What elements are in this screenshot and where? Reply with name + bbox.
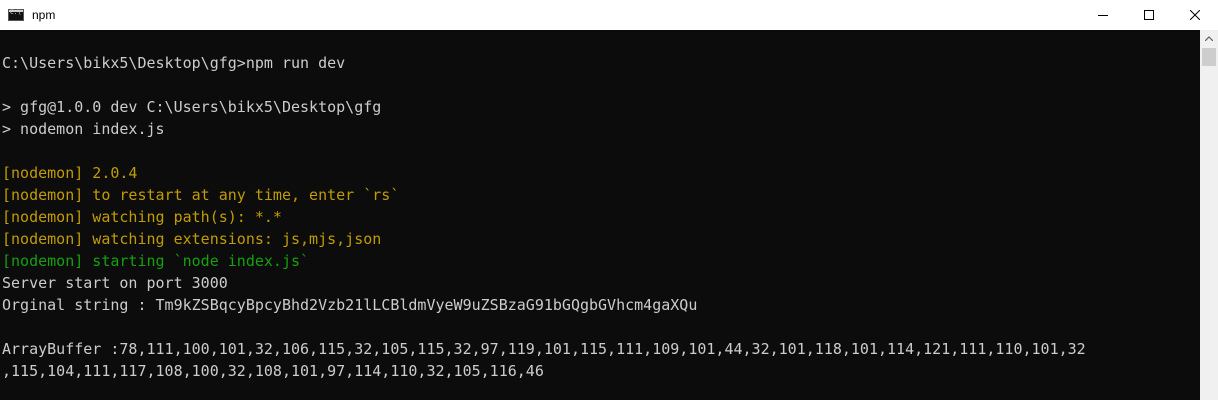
title-bar[interactable]: npm — [0, 0, 1218, 30]
console-line: ,115,104,111,117,108,100,32,108,101,97,1… — [2, 362, 544, 380]
maximize-button[interactable] — [1126, 0, 1172, 30]
console-line: ArrayBuffer :78,111,100,101,32,106,115,3… — [2, 340, 1086, 358]
scroll-thumb[interactable] — [1202, 48, 1216, 66]
console-output[interactable]: C:\Users\bikx5\Desktop\gfg>npm run dev > … — [0, 30, 1200, 400]
scroll-up-arrow-icon — [1205, 36, 1213, 41]
console-line: [nodemon] watching extensions: js,mjs,js… — [2, 230, 382, 248]
console-line: Orginal string : Tm9kZSBqcyBpcyBhd2Vzb21… — [2, 296, 698, 314]
vertical-scrollbar[interactable] — [1200, 30, 1218, 400]
close-button[interactable] — [1172, 0, 1218, 30]
console-line: C:\Users\bikx5\Desktop\gfg>npm run dev — [2, 54, 346, 72]
console-line: > gfg@1.0.0 dev C:\Users\bikx5\Desktop\g… — [2, 98, 382, 116]
console-line: [nodemon] to restart at any time, enter … — [2, 186, 400, 204]
minimize-button[interactable] — [1080, 0, 1126, 30]
terminal-window: npm C:\Users\bikx5\Desktop\gfg>npm run d… — [0, 0, 1218, 400]
maximize-icon — [1144, 10, 1154, 20]
console-line: [nodemon] starting `node index.js` — [2, 252, 310, 270]
cmd-icon — [8, 9, 24, 21]
window-title: npm — [32, 8, 56, 22]
console-line: [nodemon] 2.0.4 — [2, 164, 138, 182]
scroll-up-button[interactable] — [1200, 30, 1218, 47]
console-line: Server start on port 3000 — [2, 274, 228, 292]
close-icon — [1190, 10, 1200, 20]
console-line: [nodemon] watching path(s): *.* — [2, 208, 282, 226]
caption-buttons — [1080, 0, 1218, 30]
minimize-icon — [1098, 15, 1108, 16]
console-line: > nodemon index.js — [2, 120, 165, 138]
